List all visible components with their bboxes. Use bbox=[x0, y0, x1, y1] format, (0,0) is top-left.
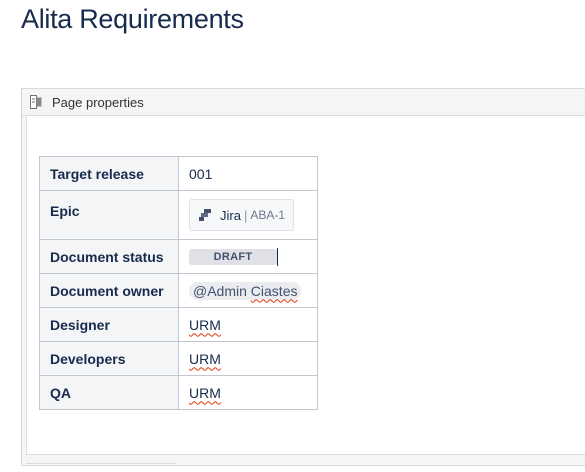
designer-cell[interactable]: URM bbox=[178, 307, 318, 342]
status-badge[interactable]: DRAFT bbox=[189, 248, 277, 265]
jira-product-label: Jira bbox=[220, 207, 241, 223]
developers-cell[interactable]: URM bbox=[178, 341, 318, 376]
macro-body[interactable]: Target release 001 Epic Jira | ABA-1 Doc… bbox=[26, 116, 585, 455]
table-row: Document owner @Admin Ciastes bbox=[39, 273, 318, 308]
mention-last-name: Ciastes bbox=[250, 282, 298, 299]
target-release-label: Target release bbox=[39, 156, 179, 191]
qa-value: URM bbox=[189, 384, 221, 401]
epic-value-cell: Jira | ABA-1 bbox=[178, 190, 318, 240]
page-properties-icon bbox=[29, 95, 43, 109]
table-row: Document status DRAFT bbox=[39, 239, 318, 274]
document-owner-cell: @Admin Ciastes bbox=[178, 273, 318, 308]
text-cursor bbox=[277, 247, 278, 266]
document-status-label: Document status bbox=[39, 239, 179, 274]
user-mention[interactable]: @Admin Ciastes bbox=[189, 281, 302, 300]
document-owner-label: Document owner bbox=[39, 273, 179, 308]
table-row: Designer URM bbox=[39, 307, 318, 342]
jira-icon bbox=[198, 208, 212, 222]
jira-separator: | bbox=[243, 207, 248, 223]
table-row: Target release 001 bbox=[39, 156, 318, 191]
properties-table: Target release 001 Epic Jira | ABA-1 Doc… bbox=[39, 156, 318, 410]
mention-first-name: Admin bbox=[207, 282, 247, 299]
target-release-value[interactable]: 001 bbox=[178, 156, 318, 191]
table-row: Developers URM bbox=[39, 341, 318, 376]
qa-label: QA bbox=[39, 375, 179, 410]
designer-label: Designer bbox=[39, 307, 179, 342]
jira-issue-chip[interactable]: Jira | ABA-1 bbox=[189, 199, 295, 231]
qa-cell[interactable]: URM bbox=[178, 375, 318, 410]
jira-issue-key: ABA-1 bbox=[250, 208, 286, 222]
designer-value: URM bbox=[189, 316, 221, 333]
epic-label: Epic bbox=[39, 190, 179, 240]
table-row: Epic Jira | ABA-1 bbox=[39, 190, 318, 240]
macro-bottom-edge bbox=[26, 463, 176, 472]
developers-label: Developers bbox=[39, 341, 179, 376]
document-status-cell[interactable]: DRAFT bbox=[178, 239, 318, 274]
page-title: Alita Requirements bbox=[21, 4, 244, 34]
developers-value: URM bbox=[189, 350, 221, 367]
page-properties-macro[interactable]: Page properties Target release 001 Epic bbox=[21, 88, 585, 466]
macro-header[interactable]: Page properties bbox=[22, 89, 585, 116]
macro-title: Page properties bbox=[52, 94, 144, 110]
table-row: QA URM bbox=[39, 375, 318, 410]
mention-at: @ bbox=[193, 282, 208, 299]
